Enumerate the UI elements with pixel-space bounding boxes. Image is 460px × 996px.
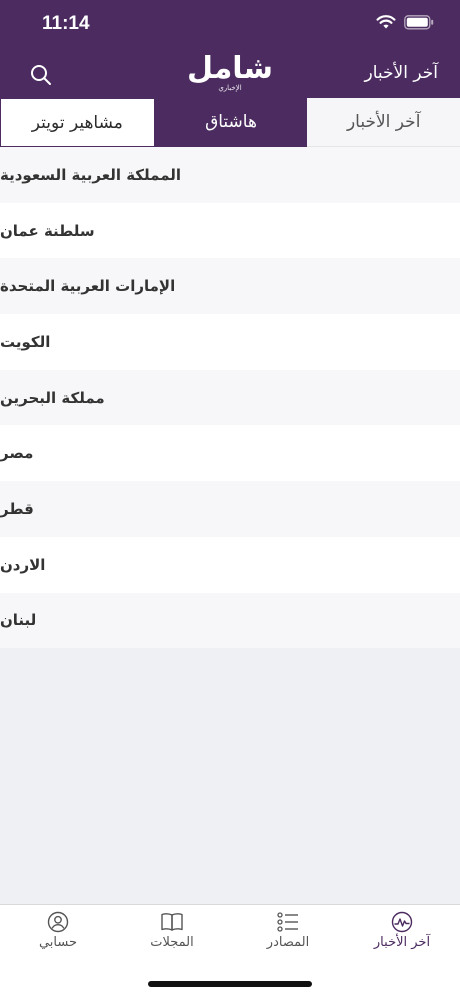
list-item-egypt[interactable]: مصر xyxy=(0,425,460,482)
search-icon[interactable] xyxy=(28,62,54,88)
tab-twitter-celebrities[interactable]: مشاهير تويتر xyxy=(0,98,155,147)
list-item-uae[interactable]: الإمارات العربية المتحدة xyxy=(0,258,460,315)
activity-icon xyxy=(391,911,413,933)
battery-icon xyxy=(404,14,434,29)
status-time: 11:14 xyxy=(42,13,90,34)
wifi-icon xyxy=(376,15,396,29)
tab-latest-news[interactable]: آخر الأخبار xyxy=(307,98,460,147)
nav-bar: شامل الإخباري آخر الأخبار xyxy=(0,50,460,98)
status-bar: 11:14 xyxy=(0,0,460,50)
list-item-kuwait[interactable]: الكويت xyxy=(0,314,460,370)
home-indicator[interactable] xyxy=(148,981,312,987)
list-item-saudi-arabia[interactable]: المملكة العربية السعودية xyxy=(0,147,460,203)
tabbar-account-label: حسابي xyxy=(38,935,78,950)
tabbar-account[interactable]: حسابي xyxy=(8,911,108,950)
app-logo: شامل الإخباري xyxy=(186,51,274,93)
tab-hashtag[interactable]: هاشتاق xyxy=(154,98,308,147)
list-item-qatar[interactable]: قطر xyxy=(0,481,460,537)
profile-icon xyxy=(47,911,69,933)
country-list: المملكة العربية السعودية سلطنة عمان الإم… xyxy=(0,147,460,649)
list-icon xyxy=(277,912,298,932)
tabbar-sources[interactable]: المصادر xyxy=(238,911,338,950)
bottom-tab-bar: حسابي المجلات المصادر آخر الأخبار xyxy=(0,904,460,996)
logo-main-text: شامل xyxy=(186,51,274,86)
tabbar-magazines-label: المجلات xyxy=(150,935,194,950)
book-icon xyxy=(161,913,183,931)
list-item-lebanon[interactable]: لبنان xyxy=(0,592,460,649)
tabbar-latest-news[interactable]: آخر الأخبار xyxy=(352,911,452,950)
logo-sub-text: الإخباري xyxy=(218,84,242,92)
status-icons xyxy=(376,14,434,30)
page-title: آخر الأخبار xyxy=(364,63,438,83)
tabbar-sources-label: المصادر xyxy=(266,935,310,950)
list-item-bahrain[interactable]: مملكة البحرين xyxy=(0,369,460,426)
segment-tabs: مشاهير تويتر هاشتاق آخر الأخبار xyxy=(0,98,460,147)
list-item-oman[interactable]: سلطنة عمان xyxy=(0,202,460,259)
list-item-jordan[interactable]: الاردن xyxy=(0,536,460,593)
tabbar-magazines[interactable]: المجلات xyxy=(122,911,222,950)
tabbar-latest-news-label: آخر الأخبار xyxy=(373,935,431,950)
